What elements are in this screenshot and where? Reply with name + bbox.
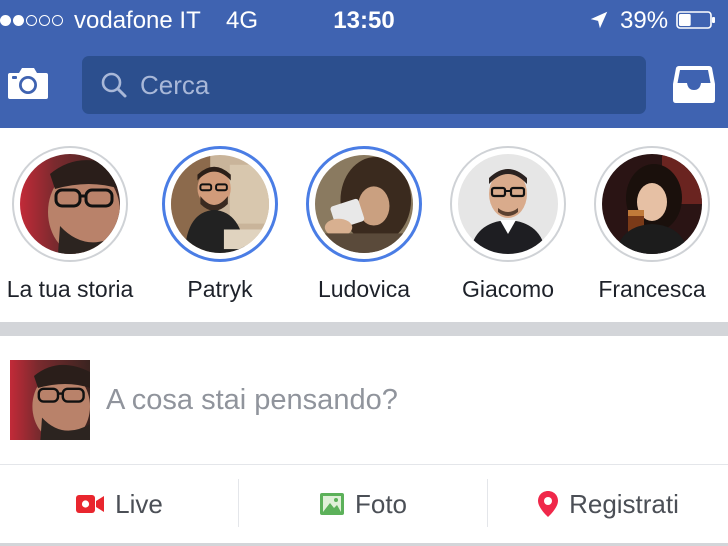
camera-icon — [8, 68, 48, 99]
story-ring — [450, 146, 566, 262]
story-francesca[interactable]: Francesca — [582, 146, 722, 316]
composer-actions: Live Foto Registrati — [0, 465, 728, 543]
location-arrow-icon — [590, 11, 608, 29]
avatar — [602, 154, 702, 254]
inbox-button[interactable] — [672, 62, 716, 106]
carrier-name: vodafone IT — [74, 7, 201, 34]
post-composer[interactable]: A cosa stai pensando? — [0, 336, 728, 464]
story-patryk[interactable]: Patryk — [150, 146, 290, 316]
live-button[interactable]: Live — [0, 465, 238, 543]
camera-button[interactable] — [6, 64, 50, 104]
live-label: Live — [115, 488, 163, 519]
avatar — [20, 154, 120, 254]
signal-strength-icon — [0, 13, 65, 27]
story-ring — [12, 146, 128, 262]
status-bar: vodafone IT 4G 13:50 39% — [0, 0, 728, 42]
story-name: Ludovica — [317, 276, 411, 302]
status-time: 13:50 — [333, 7, 395, 34]
top-header: vodafone IT 4G 13:50 39% Cerca — [0, 0, 728, 128]
story-giacomo[interactable]: Giacomo — [438, 146, 578, 316]
network-type: 4G — [226, 7, 259, 34]
live-video-icon — [76, 495, 105, 513]
story-ring-unseen — [306, 146, 422, 262]
avatar — [458, 154, 558, 254]
story-ring — [594, 146, 710, 262]
battery-icon — [676, 11, 715, 29]
avatar — [171, 155, 269, 253]
section-divider — [0, 322, 728, 336]
search-icon — [101, 72, 127, 98]
avatar — [10, 360, 90, 440]
checkin-button[interactable]: Registrati — [488, 465, 728, 543]
search-placeholder: Cerca — [140, 70, 210, 100]
avatar — [315, 155, 413, 253]
story-name: La tua storia — [6, 276, 134, 302]
story-your-story[interactable]: La tua storia — [0, 146, 140, 316]
status-prompt-input[interactable]: A cosa stai pensando? — [106, 384, 398, 417]
story-name: Francesca — [598, 276, 706, 302]
story-ludovica[interactable]: Ludovica — [294, 146, 434, 316]
stories-row: La tua storia Patryk Ludovica Giacomo Fr… — [0, 128, 728, 322]
story-ring-unseen — [162, 146, 278, 262]
inbox-icon — [673, 66, 715, 103]
search-bar[interactable]: Cerca — [82, 56, 646, 114]
facebook-app-screen: vodafone IT 4G 13:50 39% Cerca La tua st… — [0, 0, 728, 546]
photo-button[interactable]: Foto — [239, 465, 487, 543]
battery-percentage: 39% — [620, 7, 669, 34]
story-name: Giacomo — [461, 276, 555, 302]
photo-label: Foto — [354, 488, 408, 519]
story-name: Patryk — [187, 276, 253, 302]
photo-icon — [319, 493, 344, 515]
checkin-label: Registrati — [569, 488, 679, 519]
location-pin-icon — [538, 491, 559, 517]
